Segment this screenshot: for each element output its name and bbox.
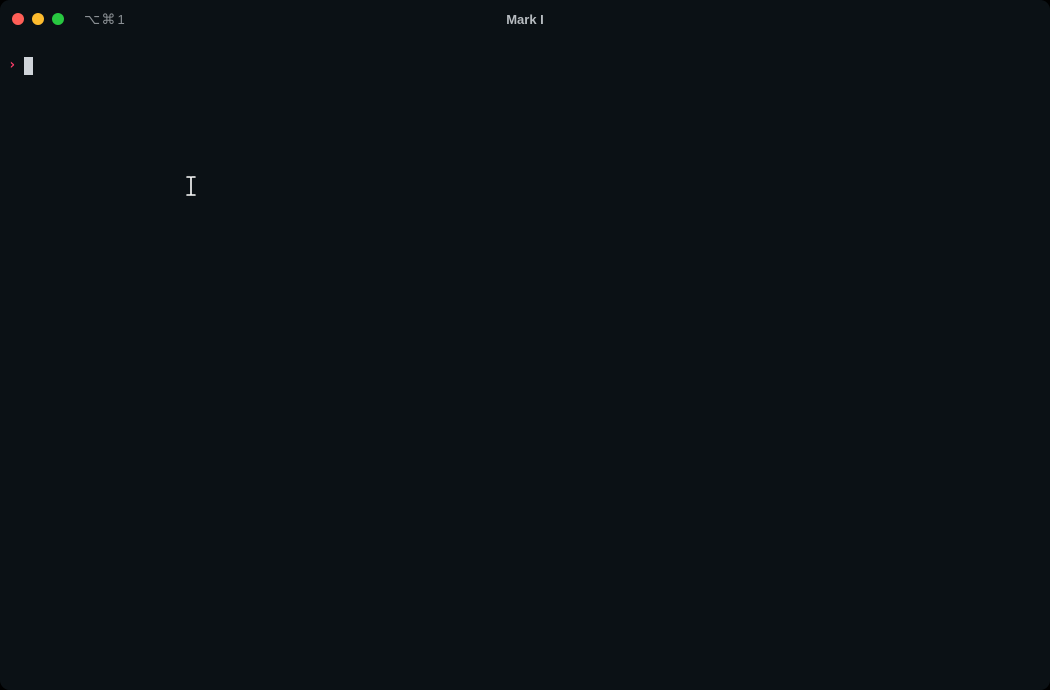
prompt-line: ›: [8, 56, 1042, 76]
tab-number: 1: [118, 12, 125, 27]
text-cursor: [24, 57, 33, 75]
close-button[interactable]: [12, 13, 24, 25]
command-key-icon: ⌘: [101, 11, 115, 28]
titlebar[interactable]: ⌥ ⌘ 1 Mark I: [0, 0, 1050, 38]
option-key-icon: ⌥: [84, 11, 100, 28]
terminal-window: ⌥ ⌘ 1 Mark I ›: [0, 0, 1050, 690]
prompt-symbol: ›: [8, 56, 16, 76]
terminal-area[interactable]: ›: [0, 38, 1050, 690]
traffic-lights: [12, 13, 64, 25]
window-title: Mark I: [506, 12, 544, 27]
maximize-button[interactable]: [52, 13, 64, 25]
tab-shortcut-label[interactable]: ⌥ ⌘ 1: [84, 11, 125, 28]
minimize-button[interactable]: [32, 13, 44, 25]
